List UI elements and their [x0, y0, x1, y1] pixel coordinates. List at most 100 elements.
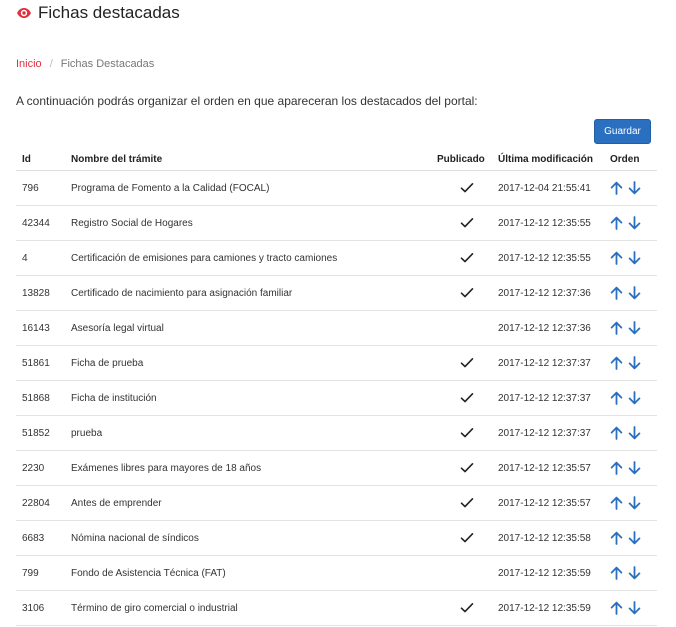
arrow-up-icon[interactable] [610, 496, 623, 510]
table-row: 42344 Registro Social de Hogares 2017-12-1… [16, 205, 657, 241]
breadcrumb-current: Fichas Destacadas [60, 58, 155, 70]
arrow-down-icon[interactable] [628, 461, 641, 475]
row-modified: 2017-12-12 12:35:57 [498, 450, 610, 486]
arrow-up-icon[interactable] [610, 181, 623, 195]
header-order: Orden [610, 148, 657, 171]
row-id: 42344 [16, 205, 71, 241]
breadcrumb-home-link[interactable]: Inicio [16, 58, 42, 70]
row-modified: 2017-12-12 12:35:55 [498, 205, 610, 241]
check-icon [460, 532, 474, 544]
table-row: 799 Fondo de Asistencia Técnica (FAT) 2017… [16, 555, 657, 591]
row-name: Certificado de nacimiento para asignació… [71, 275, 437, 311]
check-icon [460, 357, 474, 369]
arrow-up-icon[interactable] [610, 531, 623, 545]
save-button[interactable]: Guardar [594, 119, 651, 144]
arrow-up-icon[interactable] [610, 566, 623, 580]
check-icon [460, 182, 474, 194]
row-order-controls [610, 240, 657, 276]
arrow-up-icon[interactable] [610, 216, 623, 230]
row-order-controls [610, 205, 657, 241]
row-id: 799 [16, 555, 71, 591]
check-icon [460, 252, 474, 264]
row-name: Programa de Fomento a la Calidad (FOCAL) [71, 170, 437, 206]
check-icon [460, 427, 474, 439]
page-title: Fichas destacadas [38, 3, 180, 22]
row-modified: 2017-12-12 12:35:58 [498, 520, 610, 556]
row-published [437, 240, 498, 276]
row-published [437, 170, 498, 206]
table-body: 796 Programa de Fomento a la Calidad (FOC… [16, 170, 657, 626]
table-row: 16143 Asesoría legal virtual 2017-12-12 12… [16, 310, 657, 346]
row-modified: 2017-12-12 12:37:37 [498, 415, 610, 451]
row-modified: 2017-12-12 12:37:37 [498, 345, 610, 381]
row-published [437, 555, 498, 591]
row-modified: 2017-12-12 12:35:57 [498, 485, 610, 521]
header-name: Nombre del trámite [71, 148, 437, 171]
table-row: 13828 Certificado de nacimiento para asig… [16, 275, 657, 311]
eye-icon [16, 5, 32, 21]
row-order-controls [610, 310, 657, 346]
arrow-down-icon[interactable] [628, 286, 641, 300]
header-published: Publicado [437, 148, 498, 171]
row-id: 2230 [16, 450, 71, 486]
arrow-up-icon[interactable] [610, 426, 623, 440]
table-row: 796 Programa de Fomento a la Calidad (FOC… [16, 170, 657, 206]
table-row: 4 Certificación de emisiones para camione… [16, 240, 657, 276]
intro-text: A continuación podrás organizar el orden… [16, 94, 478, 108]
arrow-down-icon[interactable] [628, 426, 641, 440]
row-modified: 2017-12-12 12:35:55 [498, 240, 610, 276]
check-icon [460, 392, 474, 404]
arrow-up-icon[interactable] [610, 391, 623, 405]
row-order-controls [610, 450, 657, 486]
row-modified: 2017-12-12 12:35:59 [498, 590, 610, 626]
row-name: Ficha de institución [71, 380, 437, 416]
arrow-down-icon[interactable] [628, 496, 641, 510]
breadcrumb-separator: / [49, 58, 53, 70]
arrow-down-icon[interactable] [628, 216, 641, 230]
arrow-up-icon[interactable] [610, 356, 623, 370]
arrow-down-icon[interactable] [628, 531, 641, 545]
row-id: 16143 [16, 310, 71, 346]
row-id: 51868 [16, 380, 71, 416]
table-row: 51861 Ficha de prueba 2017-12-12 12:37:37 [16, 345, 657, 381]
row-name: Ficha de prueba [71, 345, 437, 381]
row-published [437, 345, 498, 381]
arrow-down-icon[interactable] [628, 321, 641, 335]
table-row: 51868 Ficha de institución 2017-12-12 12:3… [16, 380, 657, 416]
row-id: 6683 [16, 520, 71, 556]
row-name: Antes de emprender [71, 485, 437, 521]
arrow-up-icon[interactable] [610, 251, 623, 265]
row-modified: 2017-12-12 12:37:36 [498, 310, 610, 346]
row-name: Registro Social de Hogares [71, 205, 437, 241]
row-id: 13828 [16, 275, 71, 311]
arrow-up-icon[interactable] [610, 321, 623, 335]
row-published [437, 205, 498, 241]
arrow-up-icon[interactable] [610, 461, 623, 475]
row-id: 22804 [16, 485, 71, 521]
row-published [437, 380, 498, 416]
arrow-up-icon[interactable] [610, 601, 623, 615]
header-modified: Última modificación [498, 148, 610, 171]
header-id: Id [16, 148, 71, 171]
row-published [437, 415, 498, 451]
row-published [437, 590, 498, 626]
row-published [437, 450, 498, 486]
row-id: 51861 [16, 345, 71, 381]
check-icon [460, 497, 474, 509]
check-icon [460, 602, 474, 614]
row-order-controls [610, 415, 657, 451]
arrow-down-icon[interactable] [628, 356, 641, 370]
row-id: 51852 [16, 415, 71, 451]
row-modified: 2017-12-12 12:37:37 [498, 380, 610, 416]
arrow-down-icon[interactable] [628, 391, 641, 405]
arrow-down-icon[interactable] [628, 181, 641, 195]
row-published [437, 310, 498, 346]
row-name: Asesoría legal virtual [71, 310, 437, 346]
arrow-up-icon[interactable] [610, 286, 623, 300]
arrow-down-icon[interactable] [628, 251, 641, 265]
table-header-row: Id Nombre del trámite Publicado Última m… [16, 148, 657, 171]
arrow-down-icon[interactable] [628, 566, 641, 580]
row-name: Término de giro comercial o industrial [71, 590, 437, 626]
arrow-down-icon[interactable] [628, 601, 641, 615]
row-id: 796 [16, 170, 71, 206]
